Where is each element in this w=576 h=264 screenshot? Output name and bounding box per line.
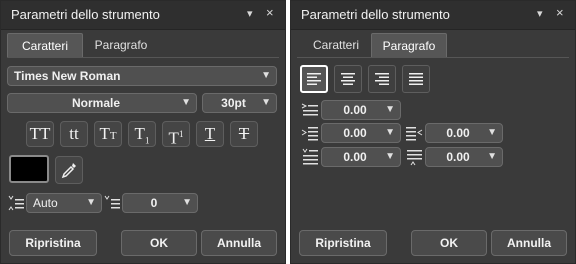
chevron-down-icon: ▼ <box>261 97 271 108</box>
cancel-button[interactable]: Annulla <box>201 230 277 256</box>
chevron-down-icon: ▼ <box>385 151 395 162</box>
strikethrough-button[interactable]: T <box>230 121 258 147</box>
superscript-button[interactable]: T1 <box>162 121 190 148</box>
panel-title: Parametri dello strumento <box>301 7 450 22</box>
right-indent-value: 0.00 <box>446 126 470 140</box>
first-line-indent-value: 0.00 <box>343 103 367 117</box>
panel-title: Parametri dello strumento <box>11 7 160 22</box>
chevron-down-icon: ▼ <box>86 197 96 208</box>
line-spacing-icon <box>8 195 24 211</box>
space-before-icon <box>302 148 318 165</box>
left-indent-icon <box>301 127 318 141</box>
font-style-select[interactable]: Normale ▼ <box>7 93 197 113</box>
font-style-value: Normale <box>71 96 121 110</box>
underline-icon: T <box>204 124 216 143</box>
eyedropper-button[interactable] <box>55 156 83 184</box>
underline-button[interactable]: T <box>196 121 224 147</box>
line-spacing-select[interactable]: Auto ▼ <box>26 193 102 213</box>
space-after-select[interactable]: 0.00 ▼ <box>425 147 503 167</box>
font-family-select[interactable]: Times New Roman ▼ <box>7 66 277 86</box>
reset-button[interactable]: Ripristina <box>299 230 387 256</box>
all-caps-icon: TT <box>29 124 51 143</box>
chevron-down-icon: ▼ <box>181 97 191 108</box>
space-before-value: 0.00 <box>343 150 367 164</box>
lowercase-button[interactable]: tt <box>60 121 88 147</box>
space-after-value: 0.00 <box>446 150 470 164</box>
tool-parameters-panel-paragraph: Parametri dello strumento ▾ × Caratteri … <box>290 0 576 264</box>
tracking-value: 0 <box>150 196 158 210</box>
ok-button[interactable]: OK <box>121 230 197 256</box>
align-left-icon <box>307 73 321 85</box>
align-right-button[interactable] <box>368 65 396 93</box>
subscript-icon: T1 <box>134 124 150 146</box>
tab-caratteri[interactable]: Caratteri <box>301 33 371 57</box>
align-left-button[interactable] <box>300 65 328 93</box>
font-family-value: Times New Roman <box>14 69 121 83</box>
first-line-indent-icon <box>301 103 318 116</box>
superscript-icon: T1 <box>168 128 184 148</box>
cancel-button[interactable]: Annulla <box>491 230 567 256</box>
line-spacing-value: Auto <box>33 196 58 210</box>
tracking-icon <box>104 195 120 209</box>
align-center-icon <box>341 73 355 85</box>
ok-button[interactable]: OK <box>411 230 487 256</box>
chevron-down-icon[interactable]: ▾ <box>537 7 543 21</box>
chevron-down-icon: ▼ <box>182 197 192 208</box>
close-icon[interactable]: × <box>266 6 274 20</box>
panel-titlebar[interactable]: Parametri dello strumento ▾ × <box>291 1 575 30</box>
chevron-down-icon: ▼ <box>487 127 497 138</box>
right-indent-icon <box>406 127 423 141</box>
left-indent-select[interactable]: 0.00 ▼ <box>321 123 401 143</box>
tab-divider <box>297 57 569 58</box>
reset-button[interactable]: Ripristina <box>9 230 97 256</box>
align-justify-icon <box>409 73 423 85</box>
left-indent-value: 0.00 <box>343 126 367 140</box>
right-indent-select[interactable]: 0.00 ▼ <box>425 123 503 143</box>
space-after-icon <box>407 150 422 166</box>
all-caps-button[interactable]: TT <box>26 121 54 147</box>
panel-titlebar[interactable]: Parametri dello strumento ▾ × <box>1 1 285 30</box>
align-center-button[interactable] <box>334 65 362 93</box>
tab-paragrafo[interactable]: Paragrafo <box>371 33 447 57</box>
small-caps-button[interactable]: TT <box>94 121 122 147</box>
chevron-down-icon: ▼ <box>261 70 271 81</box>
tracking-select[interactable]: 0 ▼ <box>122 193 198 213</box>
strikethrough-icon: T <box>238 124 250 143</box>
eyedropper-icon <box>61 163 76 179</box>
chevron-down-icon[interactable]: ▾ <box>247 7 253 21</box>
chevron-down-icon: ▼ <box>385 127 395 138</box>
subscript-button[interactable]: T1 <box>128 121 156 147</box>
small-caps-icon: TT <box>99 124 117 143</box>
close-icon[interactable]: × <box>556 6 564 20</box>
first-line-indent-select[interactable]: 0.00 ▼ <box>321 100 401 120</box>
space-before-select[interactable]: 0.00 ▼ <box>321 147 401 167</box>
tab-caratteri[interactable]: Caratteri <box>7 33 83 57</box>
text-color-swatch[interactable] <box>9 155 49 183</box>
chevron-down-icon: ▼ <box>487 151 497 162</box>
tab-divider <box>7 57 279 58</box>
font-size-select[interactable]: 30pt ▼ <box>202 93 277 113</box>
tab-paragrafo[interactable]: Paragrafo <box>85 33 157 57</box>
align-justify-button[interactable] <box>402 65 430 93</box>
align-right-icon <box>375 73 389 85</box>
chevron-down-icon: ▼ <box>385 104 395 115</box>
font-size-value: 30pt <box>221 96 246 110</box>
lowercase-icon: tt <box>69 124 79 143</box>
tool-parameters-panel-characters: Parametri dello strumento ▾ × Caratteri … <box>0 0 286 264</box>
